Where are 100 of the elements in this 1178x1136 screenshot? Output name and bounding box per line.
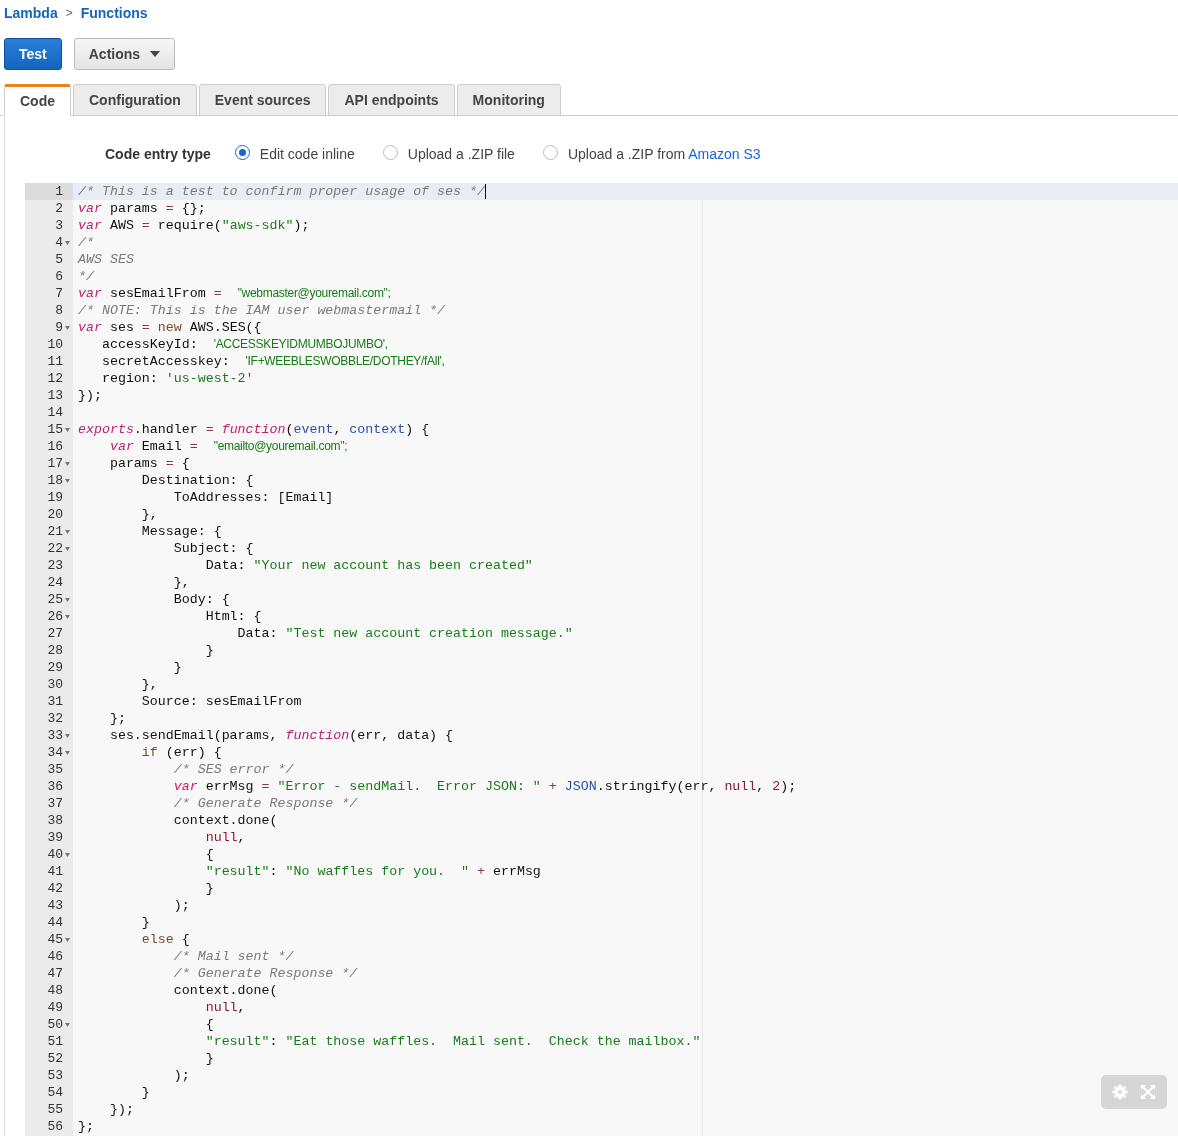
test-button[interactable]: Test: [4, 38, 62, 70]
fold-icon[interactable]: [65, 938, 70, 942]
fold-icon[interactable]: [65, 462, 70, 466]
code-line: /*: [77, 234, 94, 251]
line-number: 31: [47, 694, 63, 709]
fold-icon[interactable]: [65, 853, 70, 857]
line-number: 48: [47, 983, 63, 998]
code-line: };: [108, 710, 126, 727]
code-line: secretAccesskey: 'IF+WEEBLESWOBBLE/DOTHEY/fAll',: [100, 353, 445, 370]
code-line: },: [140, 676, 158, 693]
line-number: 30: [47, 677, 63, 692]
line-number: 47: [47, 966, 63, 981]
code-line: ToAddresses: [Email]: [172, 489, 334, 506]
line-number: 1: [55, 184, 63, 199]
code-line: /* Generate Response */: [172, 965, 358, 982]
code-line: {: [204, 846, 214, 863]
line-number: 10: [47, 337, 63, 352]
code-line: {: [204, 1016, 214, 1033]
line-number: 32: [47, 711, 63, 726]
code-line: Data: "Test new account creation message.": [236, 625, 573, 642]
code-line: */: [77, 268, 94, 285]
code-line: Destination: {: [140, 472, 254, 489]
line-number: 35: [47, 762, 63, 777]
line-number: 18: [47, 473, 63, 488]
line-number: 54: [47, 1085, 63, 1100]
radio-button[interactable]: [382, 144, 398, 160]
fold-icon[interactable]: [65, 615, 70, 619]
code-line: "result": "Eat those waffles. Mail sent. Check the mailbox.": [204, 1033, 701, 1050]
line-number: 44: [47, 915, 63, 930]
breadcrumb-link[interactable]: Functions: [80, 5, 148, 21]
code-line: Data: "Your new account has been created": [204, 557, 533, 574]
tab[interactable]: Code: [4, 84, 71, 116]
code-line: var Email = "emailto@youremail.com";: [108, 438, 348, 455]
fold-icon[interactable]: [65, 547, 70, 551]
line-number: 20: [47, 507, 63, 522]
line-number: 9: [55, 320, 63, 335]
line-number: 50: [47, 1017, 63, 1032]
code-line: });: [108, 1101, 134, 1118]
fold-icon[interactable]: [65, 734, 70, 738]
code-line: region: 'us-west-2': [100, 370, 254, 387]
tab[interactable]: Configuration: [73, 84, 197, 116]
line-number: 41: [47, 864, 63, 879]
code-line: Subject: {: [172, 540, 254, 557]
code-line: },: [172, 574, 190, 591]
line-number: 6: [55, 269, 63, 284]
fold-icon[interactable]: [65, 751, 70, 755]
code-line: ses.sendEmail(params, function(err, data) {: [108, 727, 454, 744]
breadcrumb-link[interactable]: Lambda: [4, 5, 58, 21]
fold-icon[interactable]: [65, 598, 70, 602]
line-number: 26: [47, 609, 63, 624]
line-number: 23: [47, 558, 63, 573]
line-number: 7: [55, 286, 63, 301]
fold-icon[interactable]: [65, 479, 70, 483]
line-number: 12: [47, 371, 63, 386]
line-number: 3: [55, 218, 63, 233]
line-number: 45: [47, 932, 63, 947]
line-number: 8: [55, 303, 63, 318]
tab[interactable]: Monitoring: [456, 84, 561, 116]
line-number: 51: [47, 1034, 63, 1049]
line-number: 16: [47, 439, 63, 454]
code-line: /* This is a test to confirm proper usage of ses */: [77, 183, 486, 200]
radio-button[interactable]: [234, 144, 250, 160]
code-line: "result": "No waffles for you. " + errMsg: [204, 863, 541, 880]
radio-label: Upload a .ZIP from Amazon S3: [567, 146, 761, 162]
fold-icon[interactable]: [65, 326, 70, 330]
line-number: 28: [47, 643, 63, 658]
line-number: 13: [47, 388, 63, 403]
line-number: 55: [47, 1102, 63, 1117]
line-number: 17: [47, 456, 63, 471]
fold-icon[interactable]: [65, 530, 70, 534]
line-number: 56: [47, 1119, 63, 1134]
link[interactable]: Amazon S3: [688, 146, 761, 162]
line-number: 2: [55, 201, 63, 216]
code-line: }: [204, 880, 214, 897]
radio-button[interactable]: [542, 144, 558, 160]
tab[interactable]: API endpoints: [328, 84, 455, 116]
fold-icon[interactable]: [65, 241, 70, 245]
fold-icon[interactable]: [65, 1023, 70, 1027]
actions-button[interactable]: Actions: [73, 38, 176, 70]
line-number: 43: [47, 898, 63, 913]
code-line: /* SES error */: [172, 761, 294, 778]
tab[interactable]: Event sources: [198, 84, 327, 116]
line-number: 33: [47, 728, 63, 743]
code-line: var ses = new AWS.SES({: [77, 319, 262, 336]
line-number: 40: [47, 847, 63, 862]
line-number: 24: [47, 575, 63, 590]
field-label: Code entry type: [105, 146, 211, 162]
code-line: Body: {: [172, 591, 230, 608]
code-line: );: [172, 1067, 190, 1084]
code-line: /* Mail sent */: [172, 948, 294, 965]
code-line: }: [140, 914, 150, 931]
code-line: var params = {};: [77, 200, 206, 217]
code-line: Html: {: [204, 608, 262, 625]
caret-icon: [150, 51, 161, 57]
line-number: 22: [47, 541, 63, 556]
code-line: },: [140, 506, 158, 523]
line-number: 14: [47, 405, 63, 420]
fold-icon[interactable]: [65, 428, 70, 432]
line-number: 38: [47, 813, 63, 828]
breadcrumb-separator: >: [65, 6, 73, 20]
